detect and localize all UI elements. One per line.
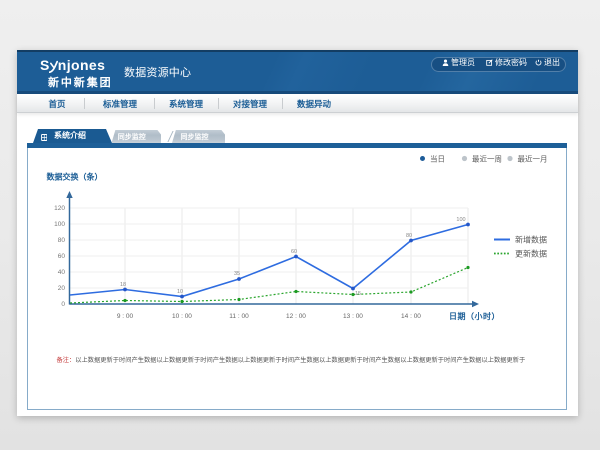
svg-text:100: 100 — [456, 217, 465, 223]
svg-text:更新数据: 更新数据 — [515, 249, 547, 259]
svg-text:新增数据: 新增数据 — [515, 235, 547, 245]
svg-text:13 : 00: 13 : 00 — [343, 313, 363, 320]
svg-text:14 : 00: 14 : 00 — [401, 313, 421, 320]
svg-text:当日: 当日 — [430, 154, 445, 164]
svg-text:120: 120 — [54, 205, 65, 212]
svg-text:100: 100 — [54, 221, 65, 228]
svg-text:10: 10 — [177, 289, 183, 295]
svg-text:0: 0 — [61, 301, 65, 308]
svg-text:15: 15 — [355, 291, 361, 297]
svg-text:备注：以上数据更新于时间产生数据以上数据更新于时间产生数据以: 备注：以上数据更新于时间产生数据以上数据更新于时间产生数据以上数据更新于时间产生… — [57, 355, 526, 364]
svg-text:60: 60 — [291, 249, 297, 255]
svg-text:9 : 00: 9 : 00 — [117, 313, 134, 320]
svg-text:数据交换（条）: 数据交换（条） — [47, 172, 103, 182]
svg-text:日期（小时）: 日期（小时） — [449, 311, 500, 321]
svg-text:20: 20 — [58, 285, 66, 292]
svg-text:12 : 00: 12 : 00 — [286, 313, 306, 320]
svg-text:60: 60 — [58, 253, 66, 260]
svg-text:18: 18 — [120, 282, 126, 288]
svg-text:最近一月: 最近一月 — [518, 154, 548, 164]
svg-text:10 : 00: 10 : 00 — [172, 313, 192, 320]
svg-text:80: 80 — [406, 233, 412, 239]
svg-text:35: 35 — [234, 271, 240, 277]
svg-text:40: 40 — [58, 269, 66, 276]
svg-text:最近一周: 最近一周 — [472, 154, 502, 164]
svg-text:11 : 00: 11 : 00 — [229, 313, 249, 320]
svg-text:80: 80 — [58, 237, 66, 244]
